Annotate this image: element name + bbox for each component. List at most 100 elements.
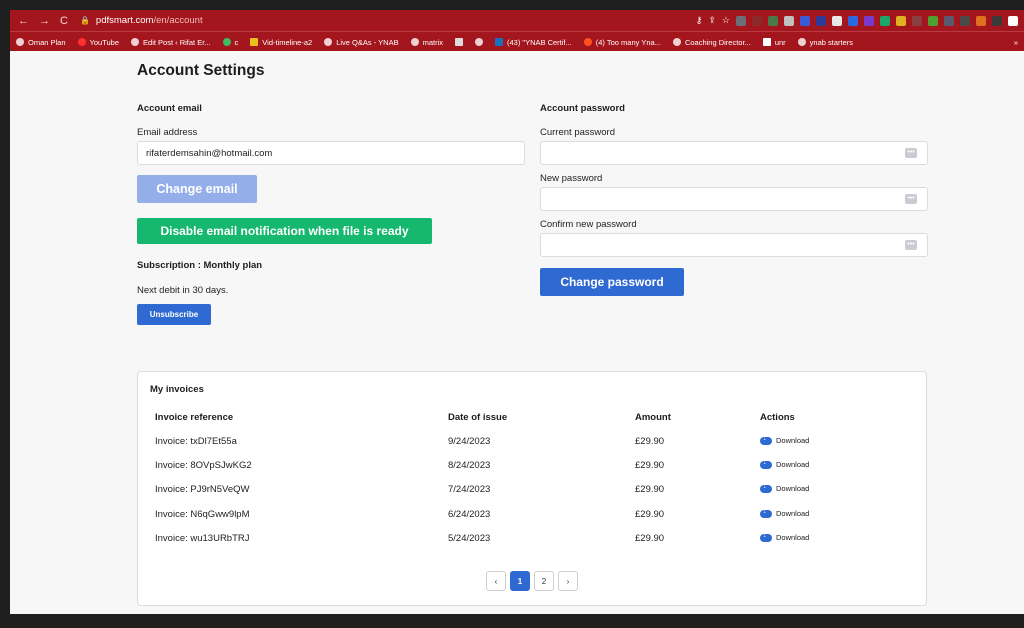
column-header-actions: Actions	[760, 412, 795, 423]
invoices-title: My invoices	[150, 384, 204, 395]
confirm-password-field[interactable]: •••	[540, 233, 928, 257]
extension-icon[interactable]	[864, 15, 874, 26]
download-label: Download	[776, 484, 810, 493]
extension-icon[interactable]	[752, 15, 762, 26]
password-manager-icon[interactable]: •••	[905, 148, 917, 158]
download-label: Download	[776, 509, 810, 518]
current-password-field[interactable]: •••	[540, 141, 928, 165]
lock-icon: 🔒	[79, 16, 90, 25]
share-icon[interactable]: ⇪	[708, 15, 716, 26]
page-content: Account Settings Account email Email add…	[10, 51, 1024, 614]
bookmark[interactable]: c	[222, 38, 238, 47]
invoice-amount: £29.90	[635, 484, 665, 495]
bookmark[interactable]: Oman Plan	[16, 38, 66, 47]
table-row: Invoice: txDl7Et55a 9/24/2023 £29.90 Dow…	[138, 430, 926, 454]
extension-icon[interactable]	[976, 15, 986, 26]
extension-icon[interactable]	[736, 15, 746, 26]
extension-icon[interactable]	[800, 15, 810, 26]
bookmark[interactable]: Coaching Director...	[672, 37, 751, 47]
pagination: ‹ 1 2 ›	[486, 571, 578, 591]
column-header-date: Date of issue	[448, 412, 508, 423]
back-icon[interactable]: ←	[18, 15, 29, 27]
prev-page-button[interactable]: ‹	[486, 571, 506, 591]
address-bar[interactable]: 🔒 pdfsmart.com/en/account	[80, 15, 203, 26]
invoice-amount: £29.90	[635, 533, 665, 544]
bookmark-label: Coaching Director...	[684, 37, 751, 47]
bookmark-label: (43) "YNAB Certif...	[507, 37, 572, 47]
key-icon[interactable]: ⚷	[696, 15, 703, 26]
linkedin-icon	[495, 38, 503, 46]
email-section-heading: Account email	[137, 103, 202, 114]
email-field[interactable]: rifaterdemsahin@hotmail.com	[137, 141, 525, 165]
password-manager-icon[interactable]: •••	[905, 240, 917, 250]
extension-icon[interactable]	[960, 15, 970, 26]
youtube-icon	[77, 38, 86, 46]
bookmark[interactable]	[475, 38, 483, 46]
star-icon[interactable]: ☆	[722, 15, 730, 26]
download-link[interactable]: Download	[760, 483, 810, 493]
subscription-heading: Subscription : Monthly plan	[137, 260, 263, 271]
bookmark[interactable]: Live Q&As - YNAB	[324, 37, 399, 47]
ynab-icon	[672, 38, 681, 46]
table-row: Invoice: 8OVpSJwKG2 8/24/2023 £29.90 Dow…	[138, 454, 926, 478]
extension-icon[interactable]	[848, 15, 858, 26]
bookmark[interactable]: Vid-timeline-a2	[250, 38, 312, 47]
cloud-download-icon	[760, 508, 772, 518]
extension-icon[interactable]	[880, 15, 890, 26]
next-page-button[interactable]: ›	[558, 571, 578, 591]
unsubscribe-button[interactable]: Unsubscribe	[137, 304, 211, 325]
extension-icon[interactable]	[944, 15, 954, 26]
invoices-card: My invoices Invoice reference Date of is…	[137, 371, 927, 606]
change-password-button[interactable]: Change password	[540, 268, 684, 296]
new-password-field[interactable]: •••	[540, 187, 928, 211]
invoice-amount: £29.90	[635, 436, 665, 447]
download-link[interactable]: Download	[760, 508, 810, 518]
extension-icon[interactable]	[896, 15, 906, 26]
bookmark[interactable]: matrix	[410, 38, 443, 47]
page-button-2[interactable]: 2	[534, 571, 554, 591]
bookmarks-overflow-icon[interactable]: »	[1014, 38, 1018, 47]
extension-icon[interactable]	[768, 15, 778, 26]
change-email-button[interactable]: Change email	[137, 175, 257, 203]
url-path: /en/account	[153, 15, 203, 26]
bookmark-icon	[16, 38, 24, 46]
table-row: Invoice: PJ9rN5VeQW 7/24/2023 £29.90 Dow…	[138, 478, 926, 502]
bookmark[interactable]: unr	[762, 38, 786, 47]
extension-icon[interactable]	[928, 15, 938, 26]
bookmark[interactable]	[455, 38, 463, 46]
extension-icon[interactable]	[784, 15, 794, 26]
bookmark[interactable]: (4) Too many Yna...	[583, 38, 661, 47]
bookmark[interactable]: Edit Post ‹ Rifat Er...	[131, 38, 211, 47]
download-link[interactable]: Download	[760, 532, 809, 542]
page-title: Account Settings	[137, 62, 265, 79]
extension-icon[interactable]	[912, 15, 922, 26]
forward-icon[interactable]: →	[39, 15, 50, 27]
reddit-icon	[583, 38, 592, 46]
bookmark-label: Edit Post ‹ Rifat Er...	[143, 37, 211, 47]
bookmark[interactable]: ynab starters	[797, 38, 853, 47]
download-link[interactable]: Download	[760, 459, 809, 469]
puzzle-icon[interactable]	[1008, 15, 1018, 26]
invoice-amount: £29.90	[635, 460, 665, 471]
cloud-download-icon	[760, 532, 772, 542]
bookmark[interactable]: YouTube	[77, 38, 119, 47]
column-header-amount: Amount	[635, 412, 671, 423]
download-link[interactable]: Download	[760, 435, 809, 445]
gmail-icon	[762, 38, 771, 46]
bookmark[interactable]: (43) "YNAB Certif...	[495, 38, 572, 47]
extensions-bar: ⚷ ⇪ ☆	[696, 15, 1018, 26]
ynab-icon	[475, 38, 483, 46]
password-manager-icon[interactable]: •••	[905, 194, 917, 204]
invoice-date: 7/24/2023	[448, 484, 491, 495]
bookmark-label: Live Q&As - YNAB	[336, 37, 399, 47]
cloud-download-icon	[760, 435, 772, 445]
reload-icon[interactable]: C	[60, 15, 68, 27]
current-password-label: Current password	[540, 127, 615, 138]
page-button-1[interactable]: 1	[510, 571, 530, 591]
extension-icon[interactable]	[832, 15, 842, 26]
extension-icon[interactable]	[816, 15, 826, 26]
browser-window: ← → C 🔒 pdfsmart.com/en/account ⚷ ⇪ ☆ Om…	[10, 10, 1024, 614]
disable-notification-button[interactable]: Disable email notification when file is …	[137, 218, 432, 244]
ynab-icon	[324, 38, 333, 46]
extension-icon[interactable]	[992, 15, 1002, 26]
